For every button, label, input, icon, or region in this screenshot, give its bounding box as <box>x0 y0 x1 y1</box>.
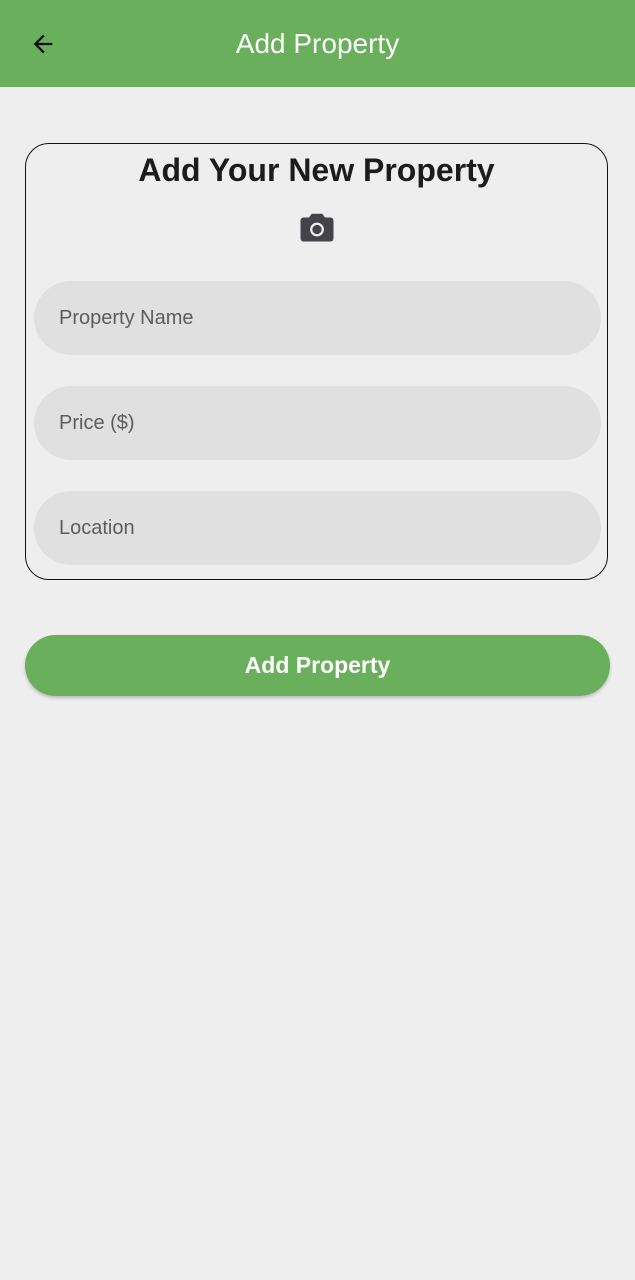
property-name-field[interactable]: Property Name <box>34 281 601 355</box>
add-property-button[interactable]: Add Property <box>25 635 610 696</box>
location-field[interactable]: Location <box>34 491 601 565</box>
add-property-form-card: Add Your New Property Property Name Pric… <box>25 143 608 580</box>
form-title: Add Your New Property <box>138 152 495 188</box>
property-name-label: Property Name <box>59 306 194 329</box>
app-bar: Add Property <box>0 0 635 87</box>
camera-icon <box>300 213 334 242</box>
price-label: Price ($) <box>59 411 135 434</box>
price-field[interactable]: Price ($) <box>34 386 601 460</box>
add-photo-button[interactable] <box>299 211 335 245</box>
location-label: Location <box>59 516 135 539</box>
app-bar-title: Add Property <box>235 28 400 59</box>
add-property-button-label: Add Property <box>244 652 391 678</box>
